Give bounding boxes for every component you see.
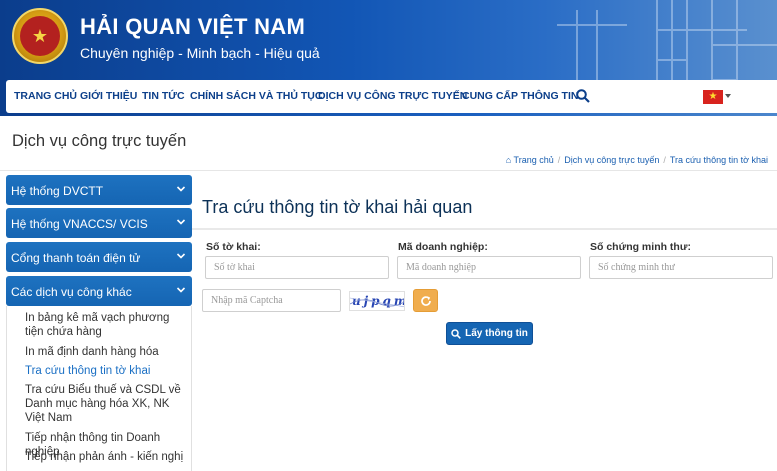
sidebar-subitem-declaration-lookup[interactable]: Tra cứu thông tin tờ khai — [25, 364, 187, 378]
nav-item-news[interactable]: TIN TỨC — [142, 90, 185, 102]
sidebar-subitem-barcode[interactable]: In bảng kê mã vạch phương tiện chứa hàng — [25, 311, 187, 339]
sidebar-item-label: Hệ thống DVCTT — [11, 184, 104, 198]
chevron-down-icon — [176, 186, 186, 192]
get-info-button[interactable]: Lấy thông tin — [446, 322, 533, 345]
divider — [192, 228, 777, 230]
sidebar-subitem-tariff-lookup[interactable]: Tra cứu Biểu thuế và CSDL về Danh mục hà… — [25, 383, 187, 425]
home-icon: ⌂ — [505, 155, 512, 165]
sidebar-subitem-goods-id[interactable]: In mã định danh hàng hóa — [25, 345, 187, 359]
nav-item-online-services[interactable]: DỊCH VỤ CÔNG TRỰC TUYẾN — [318, 90, 467, 102]
breadcrumb-home[interactable]: Trang chủ — [514, 155, 554, 165]
breadcrumb-current[interactable]: Tra cứu thông tin tờ khai — [670, 155, 768, 165]
main-nav-bar: TRANG CHỦ GIỚI THIỆU TIN TỨC CHÍNH SÁCH … — [0, 80, 777, 116]
form-title: Tra cứu thông tin tờ khai hải quan — [202, 197, 473, 217]
sidebar-item-dvctt[interactable]: Hệ thống DVCTT — [6, 175, 192, 205]
sidebar-item-vnaccs[interactable]: Hệ thống VNACCS/ VCIS — [6, 208, 192, 238]
page-title: Dịch vụ công trực tuyến — [12, 132, 187, 150]
chevron-down-icon — [176, 219, 186, 225]
captcha-noise — [350, 297, 404, 307]
captcha-input[interactable]: Nhập mã Captcha — [202, 289, 341, 312]
declaration-number-input[interactable]: Số tờ khai — [205, 256, 389, 279]
customs-logo-icon[interactable]: ★ — [12, 8, 68, 64]
id-number-label: Số chứng minh thư: — [590, 241, 691, 253]
refresh-icon — [420, 295, 431, 306]
search-icon[interactable] — [576, 89, 590, 103]
sidebar-item-label: Hệ thống VNACCS/ VCIS — [11, 217, 148, 231]
breadcrumb: ⌂ Trang chủ / Dịch vụ công trực tuyến / Tra … — [505, 155, 768, 165]
nav-item-about[interactable]: GIỚI THIỆU — [80, 90, 137, 102]
sidebar-item-label: Các dịch vụ công khác — [11, 285, 132, 299]
site-header: ★ HẢI QUAN VIỆT NAM Chuyên nghiệp - Minh… — [0, 0, 777, 80]
nav-item-information[interactable]: CUNG CẤP THÔNG TIN — [462, 90, 578, 102]
divider — [0, 170, 777, 171]
nav-item-policies[interactable]: CHÍNH SÁCH VÀ THỦ TỤC — [190, 90, 322, 102]
sidebar-item-payment-gateway[interactable]: Cổng thanh toán điện tử — [6, 242, 192, 272]
site-slogan: Chuyên nghiệp - Minh bạch - Hiệu quả — [80, 45, 320, 61]
refresh-captcha-button[interactable] — [413, 289, 438, 312]
sidebar-item-other-services[interactable]: Các dịch vụ công khác — [6, 276, 192, 306]
declaration-number-label: Số tờ khai: — [206, 241, 261, 253]
breadcrumb-online-services[interactable]: Dịch vụ công trực tuyến — [564, 155, 659, 165]
enterprise-code-label: Mã doanh nghiệp: — [398, 241, 488, 253]
nav-item-home[interactable]: TRANG CHỦ — [14, 90, 77, 102]
sidebar-item-label: Cổng thanh toán điện tử — [11, 251, 141, 265]
get-info-button-label: Lấy thông tin — [465, 328, 528, 339]
site-title[interactable]: HẢI QUAN VIỆT NAM — [80, 14, 305, 40]
chevron-down-icon — [176, 253, 186, 259]
enterprise-code-input[interactable]: Mã doanh nghiệp — [397, 256, 581, 279]
main-nav: TRANG CHỦ GIỚI THIỆU TIN TỨC CHÍNH SÁCH … — [6, 80, 777, 113]
chevron-down-icon — [176, 287, 186, 293]
port-cranes-background — [557, 0, 777, 80]
sidebar-subitem-feedback[interactable]: Tiếp nhận phản ánh - kiến nghị — [25, 450, 187, 464]
vietnam-flag-icon[interactable]: ★ — [703, 90, 723, 104]
search-icon — [451, 328, 461, 339]
chevron-down-icon[interactable] — [725, 94, 731, 98]
id-number-input[interactable]: Số chứng minh thư — [589, 256, 773, 279]
captcha-image: ujpqm — [349, 291, 405, 311]
sidebar-subitems-panel: In bảng kê mã vạch phương tiện chứa hàng… — [6, 306, 192, 471]
